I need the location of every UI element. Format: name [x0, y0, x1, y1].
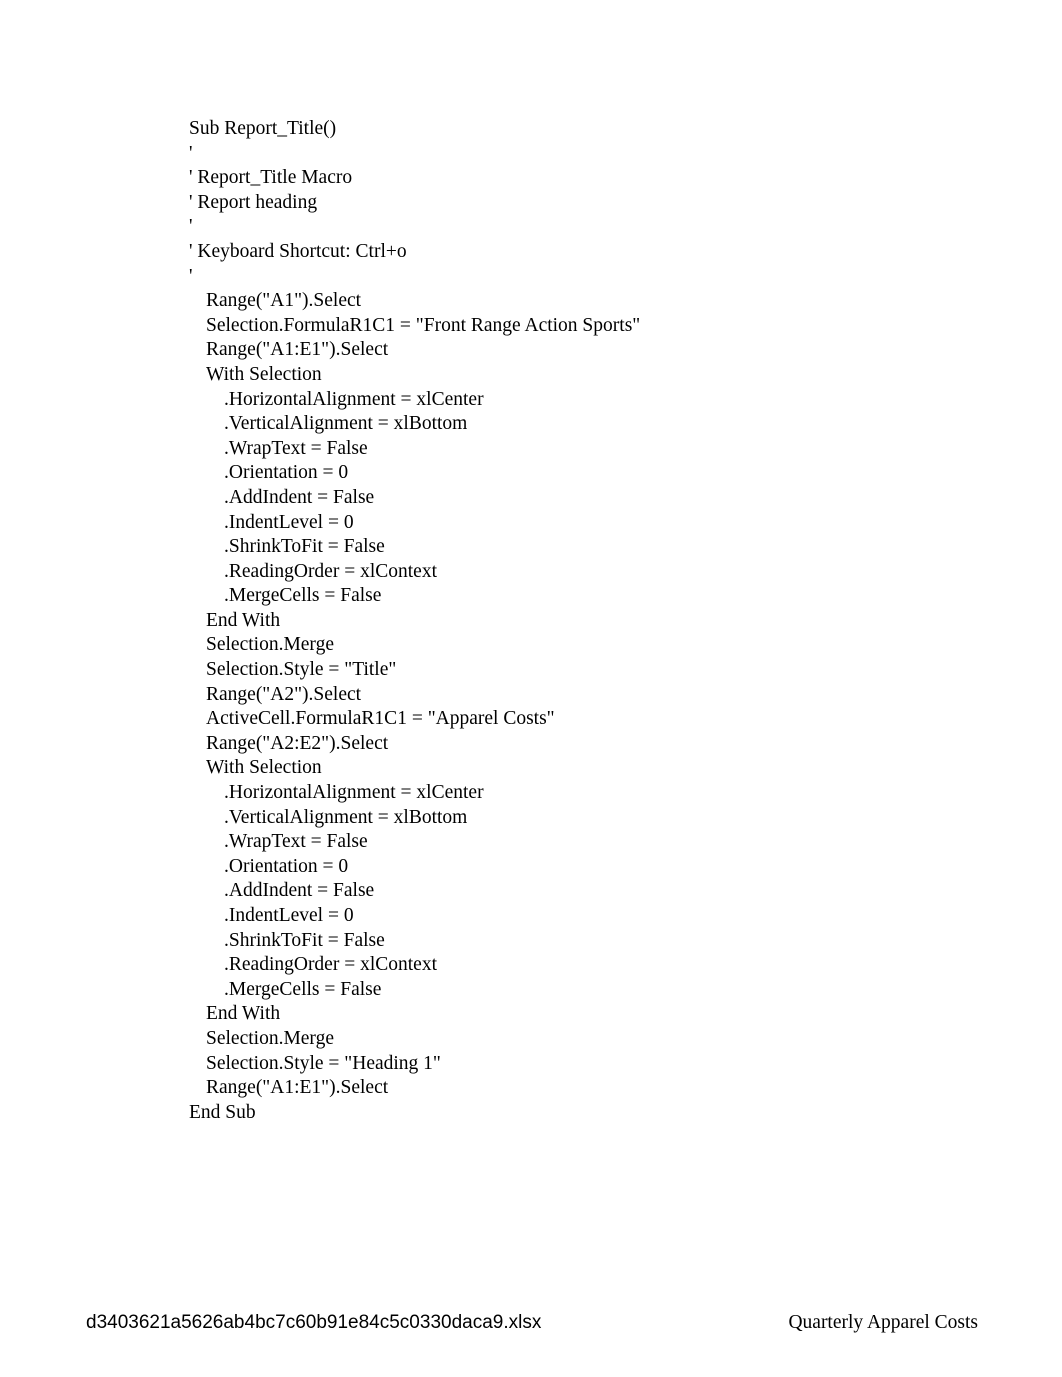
- code-line: ActiveCell.FormulaR1C1 = "Apparel Costs": [206, 708, 555, 730]
- footer-document-title: Quarterly Apparel Costs: [788, 1312, 978, 1333]
- code-line: .VerticalAlignment = xlBottom: [224, 413, 468, 435]
- code-line: ': [189, 142, 193, 164]
- code-line: .MergeCells = False: [224, 585, 382, 607]
- code-line: .WrapText = False: [224, 437, 368, 459]
- code-line: .HorizontalAlignment = xlCenter: [224, 782, 484, 804]
- code-line: End With: [206, 609, 281, 631]
- code-line: With Selection: [206, 363, 322, 385]
- code-line: Selection.Style = "Heading 1": [206, 1052, 441, 1074]
- code-line: Sub Report_Title(): [189, 118, 337, 139]
- code-line: .Orientation = 0: [224, 855, 349, 877]
- code-line: End With: [206, 1003, 281, 1025]
- code-line: .VerticalAlignment = xlBottom: [224, 806, 468, 828]
- code-line: .Orientation = 0: [224, 462, 349, 484]
- code-line: .IndentLevel = 0: [224, 905, 354, 926]
- code-line: .AddIndent = False: [224, 880, 375, 902]
- vba-macro-code-block: Sub Report_Title() ' ' Report_Title Macro '…: [189, 117, 989, 1125]
- code-line: Range("A1:E1").Select: [206, 339, 389, 361]
- code-line: ' Report_Title Macro: [189, 167, 353, 189]
- code-line: .ReadingOrder = xlContext: [224, 954, 437, 976]
- code-line: .WrapText = False: [224, 831, 368, 853]
- code-line: Range("A2").Select: [206, 683, 362, 705]
- document-page: Sub Report_Title() ' ' Report_Title Macro '…: [0, 0, 1062, 1377]
- code-line: Range("A2:E2").Select: [206, 732, 389, 754]
- code-line: Range("A1").Select: [206, 290, 362, 312]
- code-line: .AddIndent = False: [224, 486, 375, 508]
- code-line: Selection.Merge: [206, 634, 334, 656]
- code-line: ' Keyboard Shortcut: Ctrl+o: [189, 240, 407, 262]
- code-line: .HorizontalAlignment = xlCenter: [224, 388, 484, 410]
- code-line: .ShrinkToFit = False: [224, 929, 385, 951]
- code-line: ': [189, 265, 193, 287]
- code-line: Selection.Style = "Title": [206, 659, 397, 681]
- code-line: ' Report heading: [189, 191, 318, 213]
- code-line: .IndentLevel = 0: [224, 511, 354, 533]
- page-footer: d3403621a5626ab4bc7c60b91e84c5c0330daca9…: [0, 1312, 1062, 1352]
- code-line: End Sub: [189, 1101, 256, 1123]
- code-line: With Selection: [206, 757, 322, 779]
- code-line: Selection.Merge: [206, 1027, 334, 1049]
- code-line: ': [189, 216, 193, 238]
- code-line: Selection.FormulaR1C1 = "Front Range Act…: [206, 314, 641, 336]
- code-line: .ReadingOrder = xlContext: [224, 560, 437, 582]
- code-line: .ShrinkToFit = False: [224, 536, 385, 558]
- code-line: Range("A1:E1").Select: [206, 1077, 389, 1099]
- code-line: .MergeCells = False: [224, 978, 382, 1000]
- footer-filename: d3403621a5626ab4bc7c60b91e84c5c0330daca9…: [86, 1312, 542, 1333]
